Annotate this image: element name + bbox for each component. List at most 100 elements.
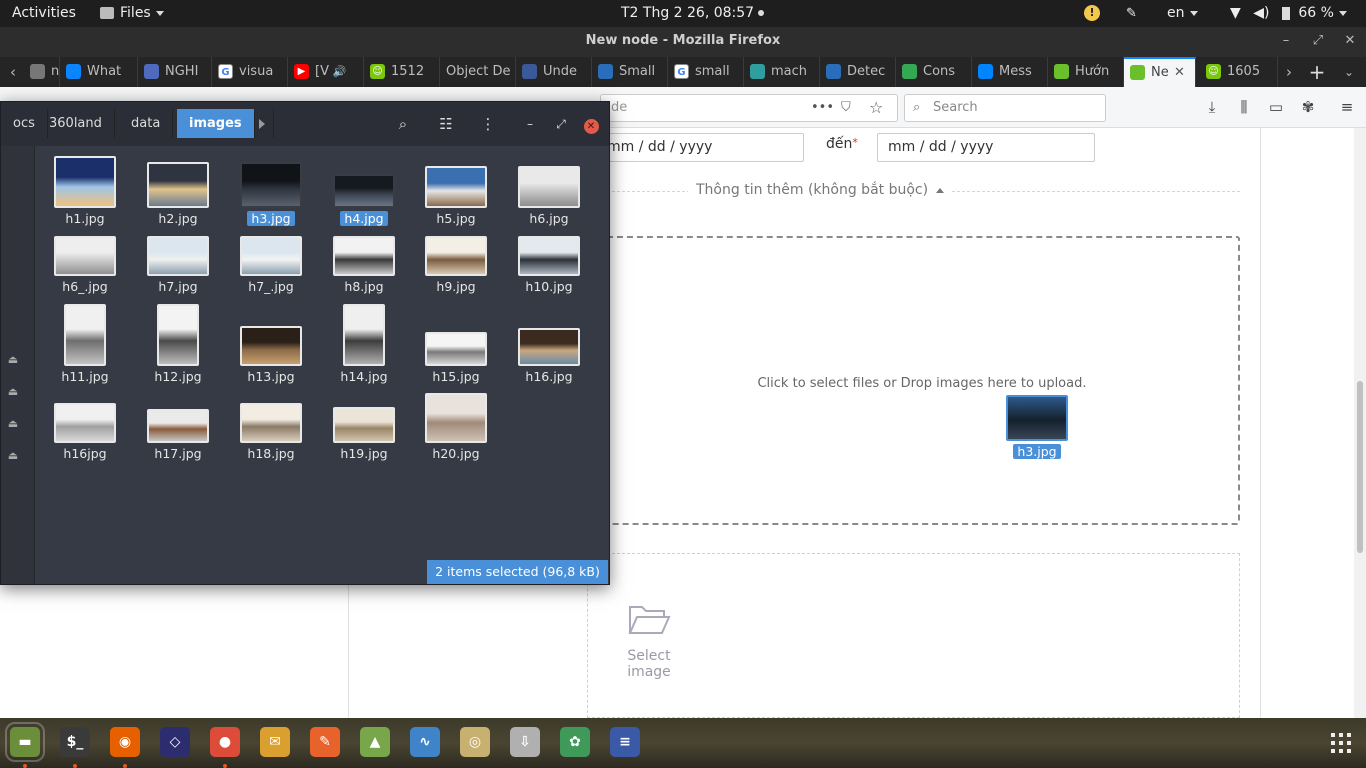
file-item[interactable]: h1.jpg (45, 156, 125, 227)
file-item[interactable]: h17.jpg (138, 409, 218, 462)
close-window-button[interactable]: ✕ (1340, 27, 1360, 55)
browser-tab[interactable]: Gvisua (212, 57, 288, 87)
browser-tab[interactable]: Unde (516, 57, 592, 87)
eject-icon[interactable]: ⏏ (6, 385, 20, 399)
browser-tab[interactable]: ▶ [V 🔊 (288, 57, 364, 87)
close-tab-icon[interactable]: ✕ (1174, 59, 1185, 87)
browser-tab[interactable]: ☺ 1605 (1200, 57, 1278, 87)
file-item[interactable]: h6.jpg (509, 166, 589, 227)
image-picker[interactable]: Select image (587, 553, 1240, 718)
browser-tab[interactable]: Small (592, 57, 668, 87)
gitkraken-app-icon[interactable]: ✿ (560, 727, 590, 757)
view-list-icon[interactable]: ☷ (434, 112, 458, 136)
browser-tab[interactable]: Ne ✕ (1124, 57, 1196, 87)
language-indicator[interactable]: en (1167, 0, 1198, 27)
page-scrollbar[interactable] (1354, 128, 1366, 718)
list-tabs-icon[interactable]: ⌄ (1338, 61, 1360, 83)
browser-tab[interactable]: Mess (972, 57, 1048, 87)
store-app-icon[interactable]: ⇩ (510, 727, 540, 757)
file-item[interactable]: h2.jpg (138, 162, 218, 227)
document-viewer-icon[interactable]: ≡ (610, 727, 640, 757)
browser-tab[interactable]: Gsmall (668, 57, 744, 87)
file-item[interactable]: h6_.jpg (45, 236, 125, 295)
file-item[interactable]: h18.jpg (231, 403, 311, 462)
maximize-button[interactable]: ⤢ (1308, 27, 1328, 55)
browser-tab[interactable]: What (60, 57, 138, 87)
file-item[interactable]: h16jpg (45, 403, 125, 462)
url-bar[interactable]: de ••• ⛉ ☆ (600, 94, 898, 122)
firefox-app-icon[interactable]: ◉ (110, 727, 140, 757)
chrome-app-icon[interactable]: ● (210, 727, 240, 757)
browser-tab[interactable]: mach (744, 57, 820, 87)
breadcrumb-item[interactable]: data (119, 109, 174, 138)
downloads-icon[interactable]: ⤓ (1201, 96, 1223, 118)
activities-button[interactable]: Activities (12, 0, 76, 27)
file-item[interactable]: h3.jpg (231, 162, 311, 227)
browser-tab[interactable]: Cons (896, 57, 972, 87)
files-app-icon[interactable]: ▬ (5, 722, 45, 762)
search-icon[interactable]: ⌕ (391, 112, 415, 136)
file-item[interactable]: h13.jpg (231, 326, 311, 385)
minimize-button[interactable]: – (518, 112, 542, 136)
file-item[interactable]: h15.jpg (416, 332, 496, 385)
file-item[interactable]: h14.jpg (324, 304, 404, 385)
file-item[interactable]: h7_.jpg (231, 236, 311, 295)
scroll-tabs-right-icon[interactable]: › (1278, 61, 1300, 83)
page-actions-icon[interactable]: ••• (811, 95, 834, 121)
scrollbar-thumb[interactable] (1357, 381, 1363, 553)
file-item[interactable]: h10.jpg (509, 236, 589, 295)
breadcrumb-item[interactable]: 360land (37, 109, 115, 138)
close-button[interactable]: ✕ (579, 112, 603, 136)
minimize-button[interactable]: – (1276, 27, 1296, 55)
text-editor-icon[interactable]: ✎ (310, 727, 340, 757)
visual-studio-code-icon[interactable]: ◇ (160, 727, 190, 757)
file-item[interactable]: h11.jpg (45, 304, 125, 385)
extension-icon[interactable]: ✾ (1297, 96, 1319, 118)
file-item[interactable]: h16.jpg (509, 328, 589, 385)
system-monitor-icon[interactable]: ∿ (410, 727, 440, 757)
browser-tab[interactable]: Object De (440, 57, 516, 87)
pocket-icon[interactable]: ⛉ (841, 95, 851, 121)
new-tab-button[interactable]: + (1306, 61, 1328, 83)
files-app-menu[interactable]: Files (100, 0, 164, 27)
alert-indicator[interactable]: ! (1084, 0, 1100, 27)
date-from-input[interactable]: mm / dd / yyyy (596, 133, 804, 162)
scroll-tabs-left-icon[interactable]: ‹ (2, 61, 24, 83)
android-studio-icon[interactable]: ▲ (360, 727, 390, 757)
browser-tab[interactable]: Hướn (1048, 57, 1124, 87)
file-item[interactable]: h12.jpg (138, 304, 218, 385)
audio-playing-icon[interactable]: 🔊 (329, 65, 346, 78)
speaker-app-icon[interactable]: ◎ (460, 727, 490, 757)
dragged-file[interactable]: h3.jpg (1004, 395, 1070, 460)
browser-tab[interactable]: ☺ 1512 (364, 57, 440, 87)
sidebar-icon[interactable]: ▭ (1265, 96, 1287, 118)
eject-icon[interactable]: ⏏ (6, 449, 20, 463)
terminal-app-icon[interactable]: $_ (60, 727, 90, 757)
eject-icon[interactable]: ⏏ (6, 353, 20, 367)
hamburger-menu-icon[interactable]: ≡ (1336, 96, 1358, 118)
clock[interactable]: T2 Thg 2 26, 08:57 (621, 0, 765, 27)
file-item[interactable]: h20.jpg (416, 393, 496, 462)
file-item[interactable]: h5.jpg (416, 166, 496, 227)
postman-app-icon[interactable]: ✉ (260, 727, 290, 757)
breadcrumb-item[interactable]: images (177, 109, 255, 138)
file-item[interactable]: h8.jpg (324, 236, 404, 295)
show-applications-button[interactable] (1330, 732, 1352, 754)
system-status-menu[interactable]: ▼ ◀) 66 % (1230, 0, 1347, 27)
file-item[interactable]: h4.jpg (324, 174, 404, 227)
maximize-button[interactable]: ⤢ (549, 112, 573, 136)
file-item[interactable]: h19.jpg (324, 407, 404, 462)
library-icon[interactable]: ⫼ (1233, 96, 1255, 118)
menu-dots-icon[interactable]: ⋮ (476, 112, 500, 136)
file-item[interactable]: h9.jpg (416, 236, 496, 295)
breadcrumb-forward-arrow[interactable] (251, 109, 274, 138)
dropzone[interactable]: Click to select files or Drop images her… (604, 236, 1240, 525)
date-to-input[interactable]: mm / dd / yyyy (877, 133, 1095, 162)
file-item[interactable]: h7.jpg (138, 236, 218, 295)
notes-indicator[interactable]: ✎ (1126, 0, 1137, 27)
optional-info-toggle[interactable]: Thông tin thêm (không bắt buộc) (688, 182, 952, 198)
search-input[interactable]: ⌕ Search (904, 94, 1106, 122)
eject-icon[interactable]: ⏏ (6, 417, 20, 431)
select-image-button[interactable]: Select image (604, 602, 694, 680)
bookmark-star-icon[interactable]: ☆ (869, 95, 883, 121)
